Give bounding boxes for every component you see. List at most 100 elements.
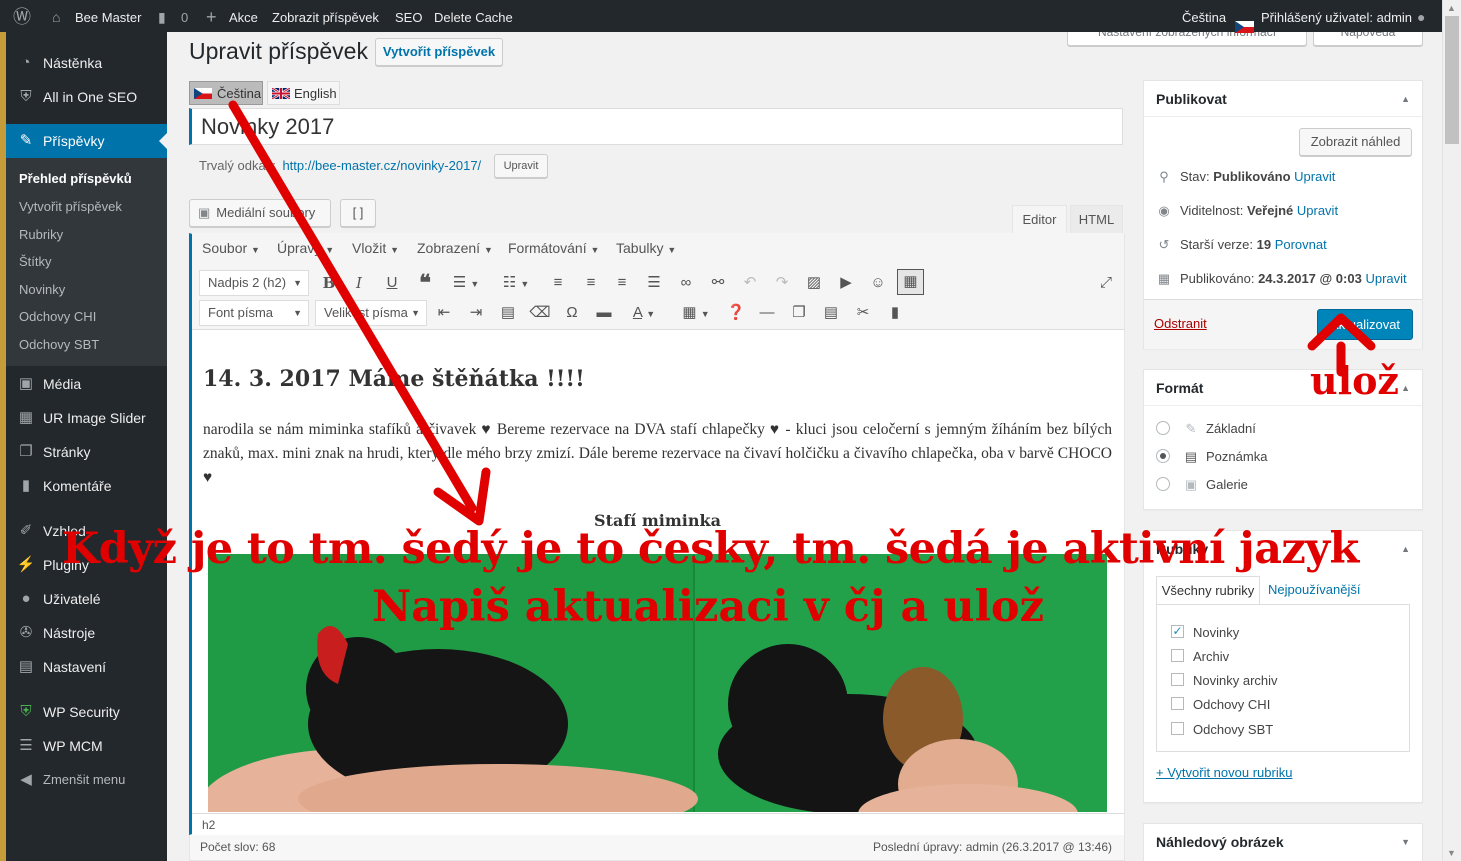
emoticon-icon[interactable]: ☺: [866, 272, 890, 294]
site-name-link[interactable]: Bee Master: [75, 0, 141, 32]
link-icon[interactable]: ∞: [674, 272, 698, 294]
media-embed-icon[interactable]: ▶: [834, 272, 858, 294]
permalink-edit-button[interactable]: Upravit: [494, 154, 548, 178]
outdent-icon[interactable]: ⇤: [432, 302, 456, 324]
fullscreen-icon[interactable]: ⤢: [1094, 272, 1118, 294]
content-paragraph[interactable]: narodila se nám miminka stafíků a čivave…: [203, 418, 1112, 490]
menu-edit[interactable]: Úpravy ▼: [277, 240, 334, 256]
shortcode-button[interactable]: [ ]: [340, 199, 376, 227]
text-color-button[interactable]: A ▼: [624, 302, 664, 324]
lang-tab-czech[interactable]: Čeština: [189, 81, 263, 105]
content-heading[interactable]: 14. 3. 2017 Máme štěňátka !!!!: [203, 366, 585, 392]
align-right-icon[interactable]: ≡: [610, 272, 634, 294]
sidebar-item-slider[interactable]: ▦ UR Image Slider: [6, 401, 167, 435]
add-media-button[interactable]: ▣ Mediální soubory: [189, 199, 331, 227]
paste-icon[interactable]: ▤: [819, 302, 843, 324]
bold-button[interactable]: B: [317, 272, 341, 294]
submenu-add-post[interactable]: Vytvořit příspěvek: [19, 193, 122, 221]
paste-text-icon[interactable]: ▤: [496, 302, 520, 324]
submenu-all-posts[interactable]: Přehled příspěvků: [19, 165, 132, 193]
font-size-select[interactable]: Velikost písma ▼: [315, 300, 427, 326]
user-greeting[interactable]: Přihlášený uživatel: admin: [1261, 0, 1412, 32]
tab-popular-categories[interactable]: Nejpoužívanější: [1268, 582, 1361, 597]
sidebar-item-tools[interactable]: ✇ Nástroje: [6, 616, 167, 650]
special-char-icon[interactable]: Ω: [560, 302, 584, 324]
help-icon[interactable]: ❓: [724, 302, 748, 324]
scroll-up-icon[interactable]: ▲: [1447, 3, 1456, 13]
sidebar-item-settings[interactable]: ▤ Nastavení: [6, 650, 167, 684]
tab-all-categories[interactable]: Všechny rubriky: [1156, 576, 1260, 605]
user-avatar-icon[interactable]: ●: [1417, 0, 1425, 32]
featured-image-header[interactable]: Náhledový obrázek ▼: [1144, 824, 1422, 860]
comments-count[interactable]: 0: [181, 0, 188, 32]
add-category-link[interactable]: + Vytvořit novou rubriku: [1156, 765, 1292, 780]
compare-revisions-link[interactable]: Porovnat: [1275, 237, 1327, 252]
copy-icon[interactable]: ❐: [787, 302, 811, 324]
trash-link[interactable]: Odstranit: [1154, 316, 1207, 331]
edit-visibility-link[interactable]: Upravit: [1297, 203, 1338, 218]
page-scrollbar[interactable]: ▲ ▼: [1442, 0, 1461, 861]
sidebar-item-media[interactable]: ▣ Média: [6, 367, 167, 401]
sidebar-item-users[interactable]: ● Uživatelé: [6, 582, 167, 616]
submenu-novinky[interactable]: Novinky: [19, 276, 65, 304]
collapse-menu-button[interactable]: ◀ Zmenšit menu: [6, 763, 167, 797]
publish-box-header[interactable]: Publikovat ▲: [1144, 81, 1422, 117]
sidebar-item-seo[interactable]: ⛨ All in One SEO: [6, 80, 167, 114]
cut-icon[interactable]: ✂: [851, 302, 875, 324]
format-select[interactable]: Nadpis 2 (h2) ▼: [199, 270, 309, 296]
sidebar-item-wp-security[interactable]: ⛨ WP Security: [6, 695, 167, 729]
redo-icon[interactable]: ↷: [770, 272, 794, 294]
collapse-arrow-icon[interactable]: ▲: [1401, 370, 1410, 406]
font-family-select[interactable]: Font písma ▼: [199, 300, 309, 326]
table-button[interactable]: ▦ ▼: [676, 302, 716, 324]
lang-tab-english[interactable]: English: [267, 81, 340, 105]
edit-date-link[interactable]: Upravit: [1365, 271, 1406, 286]
add-new-post-button[interactable]: Vytvořit příspěvek: [375, 38, 503, 66]
format-standard-radio[interactable]: [1156, 421, 1170, 435]
sidebar-item-posts[interactable]: ✎ Příspěvky: [6, 124, 167, 158]
submenu-categories[interactable]: Rubriky: [19, 221, 63, 249]
collapse-arrow-icon[interactable]: ▲: [1401, 81, 1410, 117]
blockquote-icon[interactable]: ❝: [413, 272, 437, 294]
numbered-list-button[interactable]: ☷ ▼: [496, 272, 536, 294]
scroll-down-icon[interactable]: ▼: [1447, 848, 1456, 858]
align-left-icon[interactable]: ≡: [546, 272, 570, 294]
clear-format-icon[interactable]: ⌫: [528, 302, 552, 324]
category-checkbox[interactable]: [1171, 722, 1184, 735]
preview-button[interactable]: Zobrazit náhled: [1299, 128, 1412, 156]
element-path[interactable]: h2: [202, 818, 215, 832]
undo-icon[interactable]: ↶: [738, 272, 762, 294]
underline-button[interactable]: U: [380, 272, 404, 294]
language-switcher[interactable]: Čeština: [1182, 0, 1226, 32]
page-break-icon[interactable]: ▮: [883, 302, 907, 324]
align-justify-icon[interactable]: ☰: [642, 272, 666, 294]
format-aside-radio[interactable]: [1156, 449, 1170, 463]
image-icon[interactable]: ▨: [802, 272, 826, 294]
menu-view[interactable]: Zobrazení ▼: [417, 240, 493, 256]
italic-button[interactable]: I: [347, 272, 371, 294]
bullet-list-button[interactable]: ☰ ▼: [446, 272, 486, 294]
delete-cache-link[interactable]: Delete Cache: [434, 0, 513, 32]
indent-icon[interactable]: ⇥: [464, 302, 488, 324]
menu-insert[interactable]: Vložit ▼: [352, 240, 399, 256]
sidebar-item-wp-mcm[interactable]: ☰ WP MCM: [6, 729, 167, 763]
seo-link[interactable]: SEO: [395, 0, 422, 32]
category-checkbox[interactable]: [1171, 697, 1184, 710]
align-center-icon[interactable]: ≡: [579, 272, 603, 294]
submenu-odchovy-chi[interactable]: Odchovy CHI: [19, 303, 96, 331]
view-post-link[interactable]: Zobrazit příspěvek: [272, 0, 379, 32]
toolbar-toggle-icon[interactable]: ▦: [897, 269, 924, 295]
hr-icon[interactable]: —: [755, 302, 779, 324]
category-checkbox[interactable]: [1171, 649, 1184, 662]
tab-html-editor[interactable]: HTML: [1070, 205, 1123, 233]
collapse-arrow-icon[interactable]: ▲: [1401, 531, 1410, 567]
expand-arrow-icon[interactable]: ▼: [1401, 824, 1410, 860]
permalink-url[interactable]: http://bee-master.cz/novinky-2017/: [282, 158, 481, 173]
edit-status-link[interactable]: Upravit: [1294, 169, 1335, 184]
menu-file[interactable]: Soubor ▼: [202, 240, 260, 256]
tab-visual-editor[interactable]: Editor: [1012, 205, 1067, 233]
post-title-input[interactable]: Novinky 2017: [189, 108, 1123, 145]
update-button[interactable]: Aktualizovat: [1317, 309, 1413, 340]
sidebar-item-pages[interactable]: ❐ Stránky: [6, 435, 167, 469]
menu-tables[interactable]: Tabulky ▼: [616, 240, 676, 256]
